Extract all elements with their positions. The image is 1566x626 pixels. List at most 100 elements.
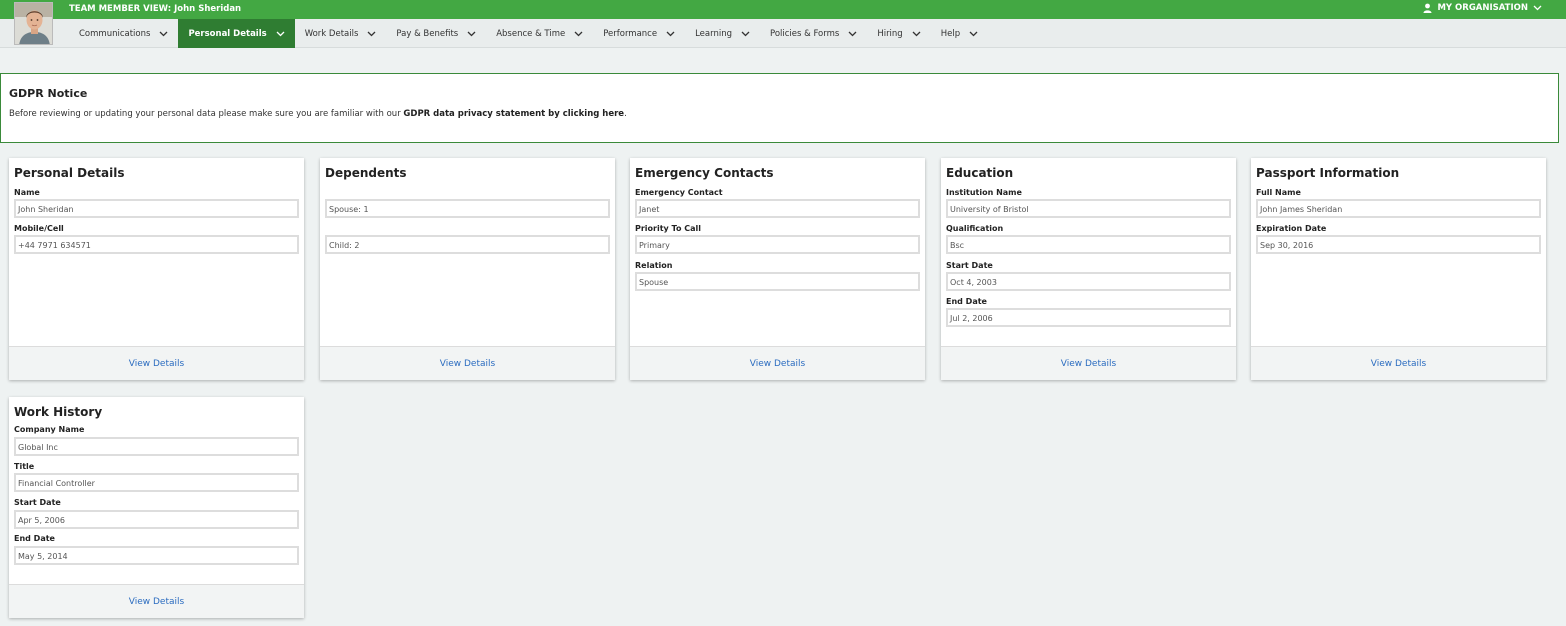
my-organisation-menu[interactable]: MY ORGANISATION [1423,3,1542,13]
gdpr-text: Before reviewing or updating your person… [9,109,627,119]
view-details-link[interactable]: View Details [1371,359,1426,369]
priority-label: Priority To Call [635,224,701,233]
nav-hiring[interactable]: Hiring [867,19,930,48]
card-footer: View Details [9,346,304,380]
personal-details-card: Personal Details Name John Sheridan Mobi… [9,158,304,380]
card-title: Education [946,166,1014,180]
company-name-field[interactable]: Global Inc [14,437,299,456]
gdpr-text-suffix: . [624,109,627,119]
emergency-contact-field[interactable]: Janet [635,199,920,218]
view-details-link[interactable]: View Details [129,597,184,607]
spouse-count-field[interactable]: Spouse: 1 [325,199,610,218]
start-date-label: Start Date [946,261,993,270]
education-card: Education Institution Name University of… [941,158,1236,380]
start-date-field[interactable]: Apr 5, 2006 [14,510,299,529]
work-history-card: Work History Company Name Global Inc Tit… [9,397,304,618]
qualification-label: Qualification [946,224,1004,233]
nav-help[interactable]: Help [931,19,988,48]
chevron-down-icon [1533,5,1542,11]
end-date-label: End Date [946,297,987,306]
expiration-date-field[interactable]: Sep 30, 2016 [1256,235,1541,254]
card-title: Work History [14,405,103,419]
chevron-down-icon [848,31,857,36]
card-title: Emergency Contacts [635,166,774,180]
card-title: Personal Details [14,166,125,180]
nav-learning[interactable]: Learning [685,19,760,48]
avatar[interactable] [14,2,53,45]
nav-communications-label: Communications [79,28,151,39]
emergency-contacts-card: Emergency Contacts Emergency Contact Jan… [630,158,925,380]
nav-personal-details-label: Personal Details [188,28,267,39]
top-bar: TEAM MEMBER VIEW: John Sheridan MY ORGAN… [0,0,1566,19]
chevron-down-icon [741,31,750,36]
view-details-link[interactable]: View Details [1061,359,1116,369]
gdpr-text-prefix: Before reviewing or updating your person… [9,109,404,119]
name-label: Name [14,188,40,197]
nav-learning-label: Learning [695,28,732,39]
nav-hiring-label: Hiring [877,28,903,39]
job-title-label: Title [14,462,35,471]
qualification-field[interactable]: Bsc [946,235,1231,254]
card-footer: View Details [9,584,304,618]
nav-absence-time-label: Absence & Time [496,28,566,39]
chevron-down-icon [574,31,583,36]
nav-policies-forms[interactable]: Policies & Forms [760,19,867,48]
view-details-link[interactable]: View Details [750,359,805,369]
nav-pay-benefits[interactable]: Pay & Benefits [386,19,486,48]
end-date-field[interactable]: Jul 2, 2006 [946,308,1231,327]
start-date-field[interactable]: Oct 4, 2003 [946,272,1231,291]
institution-label: Institution Name [946,188,1022,197]
profile-photo [15,3,52,44]
my-organisation-label: MY ORGANISATION [1437,3,1528,13]
dependents-card: Dependents Spouse: 1 Child: 2 View Detai… [320,158,615,380]
card-footer: View Details [1251,346,1546,380]
nav-performance-label: Performance [603,28,658,39]
name-field[interactable]: John Sheridan [14,199,299,218]
chevron-down-icon [367,31,376,36]
child-count-field[interactable]: Child: 2 [325,235,610,254]
nav-performance[interactable]: Performance [593,19,685,48]
chevron-down-icon [159,31,168,36]
full-name-label: Full Name [1256,188,1301,197]
relation-field[interactable]: Spouse [635,272,920,291]
expiration-date-label: Expiration Date [1256,224,1327,233]
view-details-link[interactable]: View Details [440,359,495,369]
passport-information-card: Passport Information Full Name John Jame… [1251,158,1546,380]
user-icon [1423,3,1432,13]
chevron-down-icon [666,31,675,36]
team-member-view-label: TEAM MEMBER VIEW: John Sheridan [69,4,242,14]
priority-field[interactable]: Primary [635,235,920,254]
job-title-field[interactable]: Financial Controller [14,473,299,492]
end-date-field[interactable]: May 5, 2014 [14,546,299,565]
nav-policies-forms-label: Policies & Forms [770,28,840,39]
card-footer: View Details [630,346,925,380]
emergency-contact-label: Emergency Contact [635,188,723,197]
full-name-field[interactable]: John James Sheridan [1256,199,1541,218]
gdpr-notice: GDPR Notice Before reviewing or updating… [0,73,1559,143]
nav-absence-time[interactable]: Absence & Time [486,19,593,48]
institution-field[interactable]: University of Bristol [946,199,1231,218]
chevron-down-icon [276,31,285,36]
chevron-down-icon [969,31,978,36]
card-title: Passport Information [1256,166,1400,180]
chevron-down-icon [912,31,921,36]
company-name-label: Company Name [14,425,85,434]
nav-items: Communications Personal Details Work Det… [69,19,988,48]
view-details-link[interactable]: View Details [129,359,184,369]
nav-work-details[interactable]: Work Details [295,19,387,48]
nav-help-label: Help [940,28,961,39]
chevron-down-icon [467,31,476,36]
mobile-field[interactable]: +44 7971 634571 [14,235,299,254]
mobile-label: Mobile/Cell [14,224,64,233]
nav-work-details-label: Work Details [304,28,359,39]
relation-label: Relation [635,261,673,270]
card-footer: View Details [320,346,615,380]
gdpr-privacy-link[interactable]: GDPR data privacy statement by clicking … [403,109,624,119]
nav-communications[interactable]: Communications [69,19,178,48]
card-footer: View Details [941,346,1236,380]
nav-personal-details[interactable]: Personal Details [178,19,295,48]
card-title: Dependents [325,166,407,180]
gdpr-title: GDPR Notice [9,87,88,100]
nav-pay-benefits-label: Pay & Benefits [396,28,459,39]
main-navigation: Communications Personal Details Work Det… [0,19,1566,48]
